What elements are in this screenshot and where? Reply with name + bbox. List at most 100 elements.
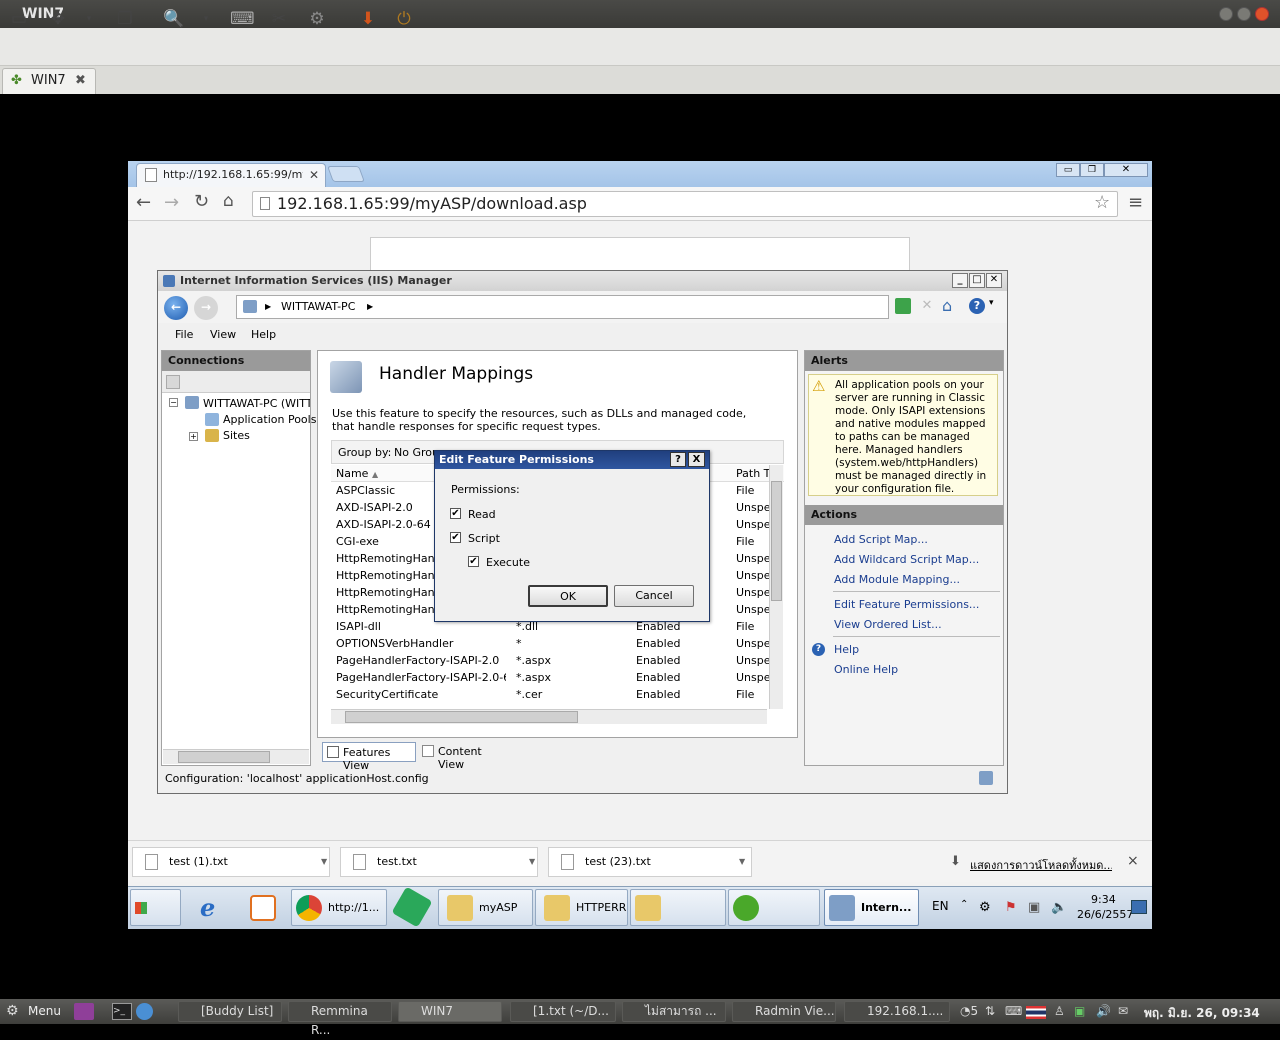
media-player-icon[interactable] [250, 895, 276, 921]
close-button[interactable]: X [688, 452, 705, 467]
action-add-module-mapping[interactable]: Add Module Mapping... [834, 573, 960, 586]
browser-icon[interactable] [136, 1003, 153, 1020]
thai-flag-icon[interactable] [1026, 1006, 1046, 1019]
panel-item-buddy-list[interactable]: [Buddy List] [178, 1001, 282, 1022]
panel-item-win7[interactable]: WIN7 [398, 1001, 502, 1022]
panel-item-remmina[interactable]: Remmina R... [288, 1001, 392, 1037]
menu-button[interactable]: Menu [28, 1004, 61, 1018]
update-icon[interactable]: ▣ [1074, 1004, 1085, 1018]
action-add-wildcard-script-map[interactable]: Add Wildcard Script Map... [834, 553, 979, 566]
scrollbar-thumb[interactable] [771, 481, 782, 601]
new-tab-button[interactable] [327, 166, 365, 182]
panel-item-radmin[interactable]: Radmin Vie... [732, 1001, 836, 1022]
column-name[interactable]: Name ▲ [336, 467, 378, 480]
preferences-icon[interactable]: ⚙ [306, 8, 328, 30]
execute-checkbox[interactable]: ✔ [468, 556, 479, 567]
maximize-window-button[interactable] [1237, 7, 1251, 21]
messaging-icon[interactable]: ✉ [1118, 1004, 1128, 1018]
back-icon[interactable]: ← [164, 296, 188, 320]
switch-window-icon[interactable]: ❐ [114, 8, 136, 30]
action-center-icon[interactable]: ⚑ [1005, 900, 1017, 915]
tab-win7[interactable]: ✤ WIN7 ✖ [2, 68, 96, 94]
taskbar-item-chrome[interactable]: http://1... [291, 889, 387, 926]
script-checkbox[interactable]: ✔ [450, 532, 461, 543]
horizontal-scrollbar[interactable] [331, 709, 767, 724]
collapse-icon[interactable]: − [169, 398, 178, 407]
table-row[interactable]: PageHandlerFactory-ISAPI-2.0 *.aspx Enable… [336, 652, 782, 669]
app-launcher-icon[interactable] [74, 1003, 94, 1020]
features-view-tab[interactable]: Features View [322, 742, 416, 772]
minimize-to-tray-icon[interactable]: ⬇ [357, 8, 379, 30]
start-button[interactable]: Start [130, 889, 181, 949]
tree-item-sites[interactable]: Sites [223, 429, 250, 442]
chevron-down-icon[interactable]: ▾ [83, 8, 95, 30]
table-row[interactable]: OPTIONSVerbHandler * Enabled Unspe [336, 635, 782, 652]
menu-view[interactable]: View [210, 328, 236, 341]
help-icon[interactable]: ? [969, 298, 985, 314]
taskbar-item-myasp[interactable]: myASP [438, 889, 533, 926]
reload-icon[interactable]: ↻ [194, 191, 209, 212]
column-path-type[interactable]: Path T [736, 467, 770, 480]
panel-item-browser[interactable]: ไม่สามารถ ... [622, 1001, 726, 1022]
panel-item-text-editor[interactable]: [1.txt (~/D... [510, 1001, 616, 1022]
menu-file[interactable]: File [175, 328, 193, 341]
back-icon[interactable]: ← [136, 192, 151, 213]
panel-clock[interactable]: พฤ. มิ.ย. 26, 09:34 [1144, 1004, 1260, 1023]
close-downloads-button[interactable]: × [1127, 853, 1139, 869]
minimize-window-button[interactable] [1219, 7, 1233, 21]
volume-muted-icon[interactable]: 🔈 [1051, 900, 1067, 915]
action-help[interactable]: Help [834, 643, 859, 656]
ok-button[interactable]: OK [528, 585, 608, 607]
bookmark-star-icon[interactable]: ☆ [1094, 192, 1110, 213]
keyboard-icon[interactable]: ⌨ [230, 8, 255, 30]
action-view-ordered-list[interactable]: View Ordered List... [834, 618, 942, 631]
connect-icon[interactable] [166, 375, 180, 389]
action-edit-feature-permissions[interactable]: Edit Feature Permissions... [834, 598, 979, 611]
show-desktop-button[interactable] [1131, 900, 1147, 914]
table-row[interactable]: PageHandlerFactory-ISAPI-2.0-64 *.aspx Ena… [336, 669, 782, 686]
chevron-down-icon[interactable]: ▼ [739, 848, 745, 876]
maximize-window-button[interactable]: □ [969, 273, 985, 288]
download-item[interactable]: test (1).txt ▼ [132, 847, 330, 877]
table-row[interactable]: SecurityCertificate *.cer Enabled File [336, 686, 782, 703]
user-icon[interactable]: ♙ [1054, 1004, 1065, 1018]
read-checkbox[interactable]: ✔ [450, 508, 461, 519]
chevron-down-icon[interactable]: ▼ [529, 848, 535, 876]
cancel-button[interactable]: Cancel [614, 585, 694, 607]
notification-count[interactable]: ◔5 [960, 1004, 978, 1018]
fit-window-icon[interactable]: ✥ [47, 8, 69, 30]
show-hidden-icons[interactable]: ⌃ [960, 899, 968, 910]
expand-icon[interactable]: + [189, 432, 198, 441]
terminal-icon[interactable]: >_ [112, 1003, 132, 1020]
download-item[interactable]: test.txt ▼ [340, 847, 538, 877]
forward-icon[interactable]: → [164, 192, 179, 213]
taskbar-item-downloads[interactable]: Downloads [630, 889, 726, 949]
minimize-window-button[interactable]: ▭ [1056, 163, 1080, 177]
address-bar[interactable]: 192.168.1.65:99/myASP/download.asp [252, 191, 1118, 217]
menu-icon[interactable]: ≡ [1128, 192, 1143, 213]
volume-icon[interactable]: 🔊 [1096, 1004, 1111, 1018]
download-item[interactable]: test (23).txt ▼ [548, 847, 752, 877]
stop-icon[interactable]: ✕ [919, 298, 935, 314]
show-all-downloads-link[interactable]: แสดงการดาวน์โหลดทั้งหมด... [970, 856, 1112, 874]
close-icon[interactable]: ✖ [75, 69, 86, 93]
chrome-tab[interactable]: http://192.168.1.65:99/myA ✕ [136, 163, 326, 187]
iis-address-bar[interactable]: ▶ WITTAWAT-PC ▶ [236, 295, 889, 319]
close-window-button[interactable]: ✕ [986, 273, 1002, 288]
keyboard-layout-icon[interactable]: ⌨ [1005, 1004, 1022, 1018]
fullscreen-icon[interactable]: ▭ [8, 8, 30, 30]
tools-icon[interactable]: ✂ [268, 8, 290, 30]
zoom-icon[interactable]: 🔍 [163, 8, 185, 30]
content-view-tab[interactable]: Content View [420, 742, 510, 771]
refresh-icon[interactable] [895, 298, 911, 314]
taskbar-item-iis[interactable]: Intern... [824, 889, 919, 926]
home-icon[interactable]: ⌂ [942, 296, 958, 315]
help-button[interactable]: ? [670, 452, 686, 467]
disconnect-icon[interactable]: ⏻ [393, 8, 415, 30]
group-by-select[interactable]: No Grou [394, 446, 439, 459]
tree-item-app-pools[interactable]: Application Pools [223, 413, 316, 426]
scrollbar-thumb[interactable] [178, 751, 270, 763]
taskbar-item-httperr[interactable]: HTTPERR [535, 889, 628, 926]
internet-explorer-icon[interactable]: e [200, 893, 230, 923]
scrollbar-thumb[interactable] [345, 711, 578, 723]
